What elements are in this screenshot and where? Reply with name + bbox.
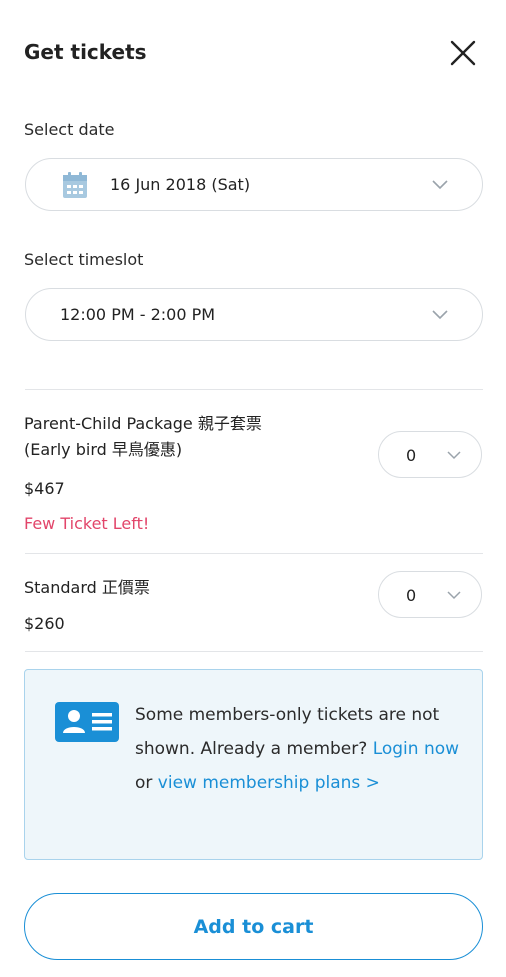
date-label: Select date <box>24 120 115 139</box>
timeslot-label: Select timeslot <box>24 250 144 269</box>
ticket-name: Parent-Child Package 親子套票 (Early bird 早鳥… <box>24 411 262 463</box>
close-button[interactable] <box>448 38 478 68</box>
divider <box>25 389 483 390</box>
ticket-name-line: Parent-Child Package 親子套票 <box>24 414 262 433</box>
quantity-value: 0 <box>406 586 417 605</box>
timeslot-value: 12:00 PM - 2:00 PM <box>60 305 216 324</box>
chevron-down-icon <box>446 590 462 600</box>
close-icon <box>450 40 476 66</box>
date-value: 16 Jun 2018 (Sat) <box>110 175 251 194</box>
ticket-price: $260 <box>24 614 65 633</box>
membership-message: Some members-only tickets are not shown.… <box>135 698 465 800</box>
ticket-name: Standard 正價票 <box>24 575 150 601</box>
ticket-name-line: (Early bird 早鳥優惠) <box>24 440 183 459</box>
ticket-price: $467 <box>24 479 65 498</box>
chevron-down-icon <box>431 309 449 321</box>
login-link[interactable]: Login now <box>373 739 459 759</box>
divider <box>25 553 483 554</box>
date-select[interactable]: 16 Jun 2018 (Sat) <box>25 158 483 211</box>
member-card-icon <box>55 702 119 742</box>
chevron-down-icon <box>431 179 449 191</box>
quantity-select[interactable]: 0 <box>378 431 482 478</box>
membership-plans-link[interactable]: view membership plans > <box>158 773 380 793</box>
quantity-value: 0 <box>406 446 417 465</box>
connector-text: or <box>135 773 153 793</box>
ticket-name-line: Standard 正價票 <box>24 578 150 597</box>
page-title: Get tickets <box>24 40 147 64</box>
timeslot-select[interactable]: 12:00 PM - 2:00 PM <box>25 288 483 341</box>
few-tickets-warning: Few Ticket Left! <box>24 514 150 533</box>
calendar-icon <box>62 171 88 199</box>
add-to-cart-button[interactable]: Add to cart <box>24 893 483 960</box>
chevron-down-icon <box>446 450 462 460</box>
membership-notice: Some members-only tickets are not shown.… <box>24 669 483 860</box>
quantity-select[interactable]: 0 <box>378 571 482 618</box>
divider <box>25 651 483 652</box>
